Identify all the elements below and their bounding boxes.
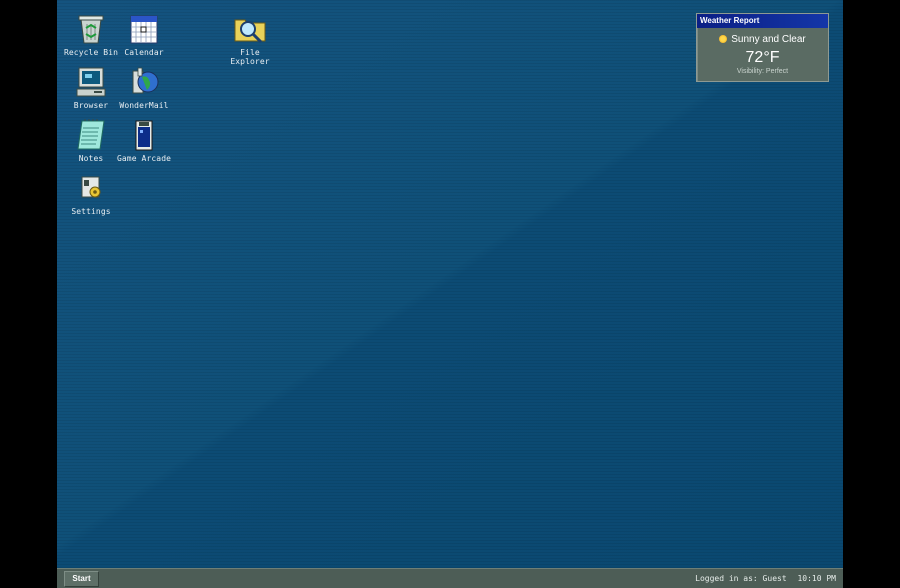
clock[interactable]: 10:10 PM: [797, 574, 836, 583]
calendar-icon: [130, 15, 158, 44]
desktop: Recycle Bin Calendar File Explorer Brows…: [57, 0, 843, 588]
sun-icon: [719, 35, 728, 43]
user-status: Logged in as: Guest: [695, 574, 787, 583]
desktop-icon-recycle-bin[interactable]: Recycle Bin: [63, 12, 119, 57]
weather-widget-title: Weather Report: [697, 14, 828, 28]
desktop-icon-browser[interactable]: Browser: [63, 65, 119, 110]
browser-icon: [76, 67, 106, 97]
game-arcade-icon: [135, 120, 153, 151]
recycle-bin-icon: [78, 15, 104, 44]
notes-icon: [77, 119, 105, 150]
desktop-icon-calendar[interactable]: Calendar: [116, 12, 172, 57]
wondermail-icon: [132, 67, 159, 94]
desktop-icon-wondermail[interactable]: WonderMail: [116, 65, 172, 110]
desktop-icon-label: Browser: [73, 101, 109, 110]
desktop-icon-label: File Explorer: [230, 48, 270, 66]
desktop-icon-notes[interactable]: Notes: [63, 118, 119, 163]
file-explorer-icon: [234, 19, 266, 44]
desktop-icon-settings[interactable]: Settings: [63, 171, 119, 216]
weather-condition-text: Sunny and Clear: [731, 34, 806, 45]
desktop-icon-label: WonderMail: [119, 101, 169, 110]
desktop-icon-file-explorer[interactable]: File Explorer: [222, 12, 278, 66]
desktop-icon-label: Calendar: [124, 48, 164, 57]
weather-condition: Sunny and Clear: [697, 34, 828, 46]
start-button[interactable]: Start: [64, 571, 99, 587]
taskbar: Start Logged in as: Guest 10:10 PM: [57, 568, 843, 588]
system-tray: Logged in as: Guest 10:10 PM: [689, 569, 836, 588]
weather-visibility: Visibility: Perfect: [736, 68, 789, 75]
desktop-icon-game-arcade[interactable]: Game Arcade: [116, 118, 172, 163]
settings-icon: [81, 176, 101, 198]
desktop-icon-label: Recycle Bin: [63, 48, 119, 57]
desktop-icon-label: Notes: [78, 154, 104, 163]
desktop-icon-label: Game Arcade: [116, 154, 172, 163]
desktop-icon-label: Settings: [71, 207, 111, 216]
weather-temperature: 72°F: [745, 49, 780, 66]
weather-widget[interactable]: Weather Report Sunny and Clear 72°F Visi…: [696, 13, 829, 82]
